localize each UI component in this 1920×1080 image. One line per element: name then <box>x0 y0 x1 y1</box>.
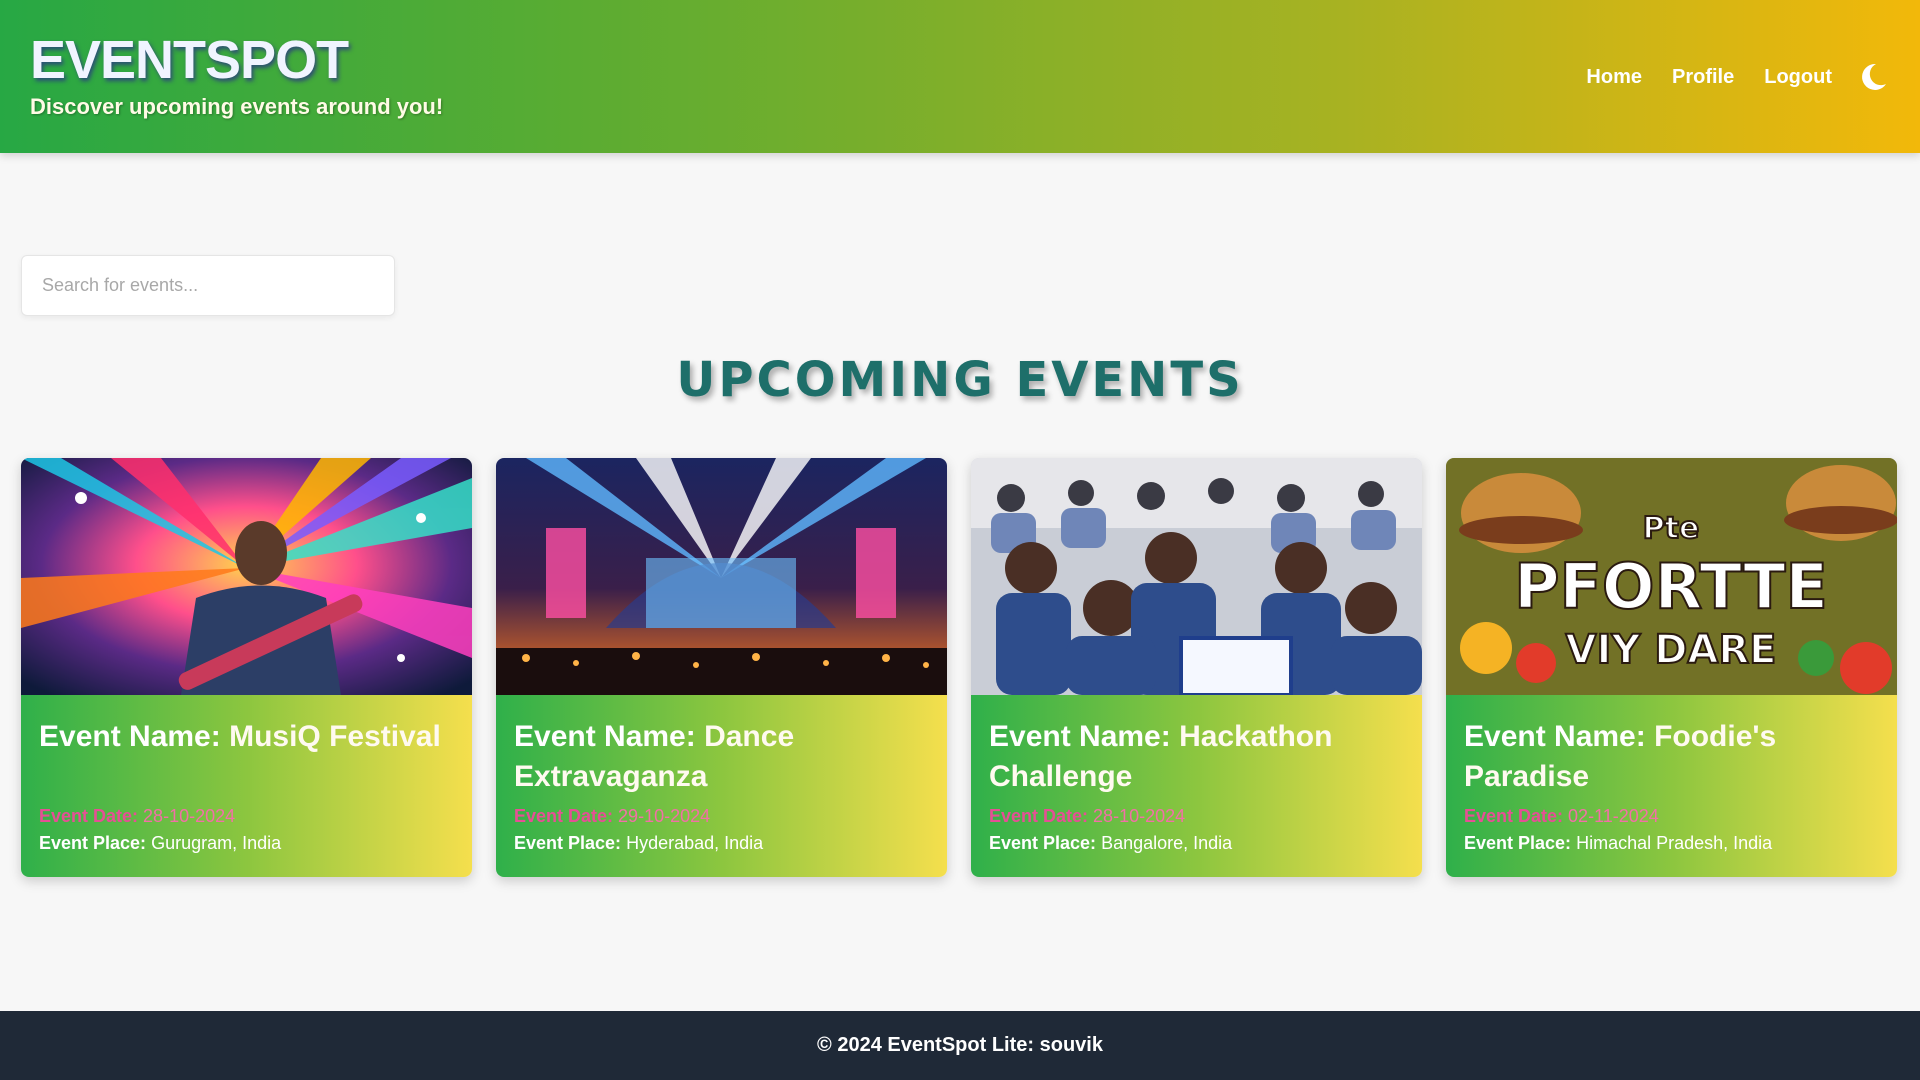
nav-home-link[interactable]: Home <box>1586 60 1642 94</box>
event-image-concert-stage <box>496 458 947 695</box>
event-name-label: Event Name: <box>514 720 696 753</box>
event-date-value: 28-10-2024 <box>1093 806 1186 826</box>
event-place-label: Event Place: <box>1464 833 1572 853</box>
event-image-food-poster: Pte PFORTTE VIY DARE <box>1446 458 1897 695</box>
event-date: Event Date: 28-10-2024 <box>39 803 454 829</box>
event-name-label: Event Name: <box>1464 720 1646 753</box>
event-place-label: Event Place: <box>39 833 147 853</box>
poster-text-top: Pte <box>1643 511 1700 546</box>
nav-profile-link[interactable]: Profile <box>1672 60 1734 94</box>
event-card[interactable]: Event Name: Hackathon Challenge Event Da… <box>971 458 1422 877</box>
event-place: Event Place: Gurugram, India <box>39 829 454 857</box>
event-name: Event Name: Foodie's Paradise <box>1464 717 1879 797</box>
event-place-value: Gurugram, India <box>151 833 282 853</box>
event-card[interactable]: Event Name: Dance Extravaganza Event Dat… <box>496 458 947 877</box>
moon-icon <box>1862 63 1886 90</box>
event-date: Event Date: 29-10-2024 <box>514 803 929 829</box>
event-name-value: MusiQ Festival <box>229 720 441 753</box>
event-place-label: Event Place: <box>989 833 1097 853</box>
event-image-hackathon <box>971 458 1422 695</box>
event-name: Event Name: Hackathon Challenge <box>989 717 1404 797</box>
event-date-label: Event Date: <box>514 806 614 826</box>
event-details: Event Name: Dance Extravaganza Event Dat… <box>496 695 947 877</box>
event-place: Event Place: Bangalore, India <box>989 829 1404 857</box>
event-place-value: Bangalore, India <box>1101 833 1233 853</box>
event-date-label: Event Date: <box>1464 806 1564 826</box>
event-date-value: 28-10-2024 <box>143 806 236 826</box>
main-nav: Home Profile Logout <box>1556 60 1890 94</box>
event-place-value: Hyderabad, India <box>626 833 764 853</box>
event-date-value: 02-11-2024 <box>1568 806 1659 826</box>
event-card[interactable]: Event Name: MusiQ Festival Event Date: 2… <box>21 458 472 877</box>
event-card[interactable]: Pte PFORTTE VIY DARE Event Name: Foodie'… <box>1446 458 1897 877</box>
event-place: Event Place: Hyderabad, India <box>514 829 929 857</box>
event-date-label: Event Date: <box>39 806 139 826</box>
theme-toggle-button[interactable] <box>1856 60 1890 94</box>
event-details: Event Name: MusiQ Festival Event Date: 2… <box>21 695 472 877</box>
site-header: EVENTSPOT Discover upcoming events aroun… <box>0 0 1920 153</box>
event-name-label: Event Name: <box>989 720 1171 753</box>
poster-text-bottom: VIY DARE <box>1565 627 1776 673</box>
event-date: Event Date: 02-11-2024 <box>1464 803 1879 829</box>
site-tagline: Discover upcoming events around you! <box>30 94 444 119</box>
event-place-value: Himachal Pradesh, India <box>1576 833 1773 853</box>
event-name: Event Name: Dance Extravaganza <box>514 717 929 797</box>
site-title[interactable]: EVENTSPOT <box>30 30 443 90</box>
event-place-label: Event Place: <box>514 833 622 853</box>
section-title: UPCOMING EVENTS <box>676 352 1244 408</box>
nav-logout-link[interactable]: Logout <box>1764 60 1832 94</box>
event-place: Event Place: Himachal Pradesh, India <box>1464 829 1879 857</box>
event-details: Event Name: Hackathon Challenge Event Da… <box>971 695 1422 877</box>
event-card-list: Event Name: MusiQ Festival Event Date: 2… <box>21 458 1897 877</box>
poster-text-main: PFORTTE <box>1514 550 1828 623</box>
event-details: Event Name: Foodie's Paradise Event Date… <box>1446 695 1897 877</box>
footer-copyright: © 2024 EventSpot Lite: souvik <box>817 1034 1103 1056</box>
event-name-label: Event Name: <box>39 720 221 753</box>
search-input[interactable] <box>21 255 395 316</box>
event-date: Event Date: 28-10-2024 <box>989 803 1404 829</box>
event-date-value: 29-10-2024 <box>618 806 711 826</box>
brand: EVENTSPOT Discover upcoming events aroun… <box>30 30 443 120</box>
event-name: Event Name: MusiQ Festival <box>39 717 454 797</box>
site-footer: © 2024 EventSpot Lite: souvik <box>0 1011 1920 1080</box>
event-image-guitarist <box>21 458 472 695</box>
event-date-label: Event Date: <box>989 806 1089 826</box>
